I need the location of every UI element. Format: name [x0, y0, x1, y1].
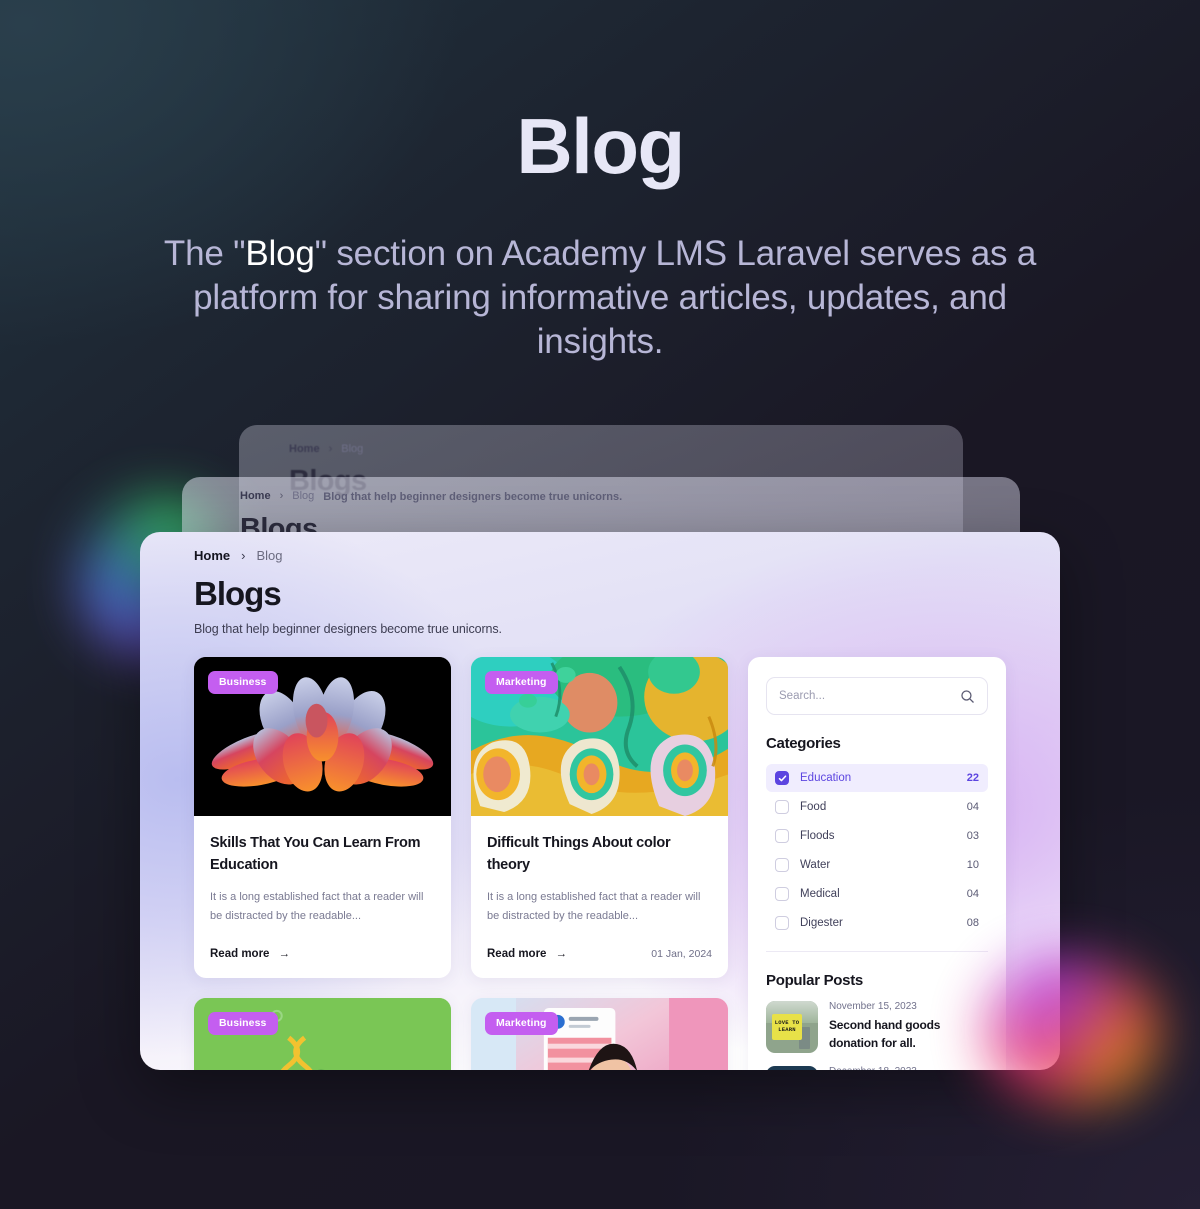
page-root: Blog The "Blog" section on Academy LMS L… — [0, 0, 1200, 1209]
ghost-mid-breadcrumb-current: Blog — [292, 490, 315, 502]
popular-posts-heading: Popular Posts — [766, 972, 863, 989]
app-window: Home › Blog Blogs Blog that help beginne… — [140, 532, 1060, 1070]
post-body: Difficult Things About color theory It i… — [471, 816, 728, 978]
post-footer: Read more → 01 Jan, 2024 — [487, 948, 712, 960]
popular-post-date: November 15, 2023 — [829, 1001, 917, 1012]
post-category-badge[interactable]: Marketing — [485, 671, 558, 694]
categories-list: Education 22 Food 04 Floods 03 Water 10 … — [766, 764, 988, 937]
category-label: Floods — [800, 830, 835, 842]
arrow-right-icon: → — [278, 948, 290, 961]
category-count: 04 — [966, 801, 979, 813]
hero-subtitle-after: " section on Academy LMS Laravel serves … — [193, 234, 1037, 361]
popular-post-title[interactable]: Second hand goods donation for all. — [829, 1016, 988, 1052]
blogs-description: Blog that help beginner designers become… — [194, 622, 502, 636]
ghost-back-breadcrumb-current: Blog — [341, 443, 364, 455]
ghost-back-breadcrumb-home: Home — [289, 443, 320, 455]
popular-post-text: November 15, 2023 Second hand goods dona… — [829, 1001, 988, 1053]
post-category-badge[interactable]: Business — [208, 671, 278, 694]
ghost-mid-breadcrumb: Home › Blog Blog that help beginner desi… — [240, 489, 962, 503]
blog-post-card[interactable]: Business — [194, 657, 451, 979]
category-row-food[interactable]: Food 04 — [766, 793, 988, 821]
category-count: 04 — [966, 888, 979, 900]
hero-subtitle-before: The " — [163, 234, 246, 273]
chevron-right-icon: › — [279, 490, 284, 502]
category-count: 08 — [966, 917, 979, 929]
ghost-mid-breadcrumb-home: Home — [240, 490, 271, 502]
arrow-right-icon: → — [555, 948, 567, 961]
category-count: 10 — [966, 859, 979, 871]
category-row-water[interactable]: Water 10 — [766, 851, 988, 879]
post-thumbnail: Marketing — [471, 657, 728, 816]
blog-post-card[interactable]: Business — [194, 998, 451, 1070]
blogs-heading: Blogs — [194, 575, 282, 612]
category-row-medical[interactable]: Medical 04 — [766, 880, 988, 908]
checkbox-icon[interactable] — [775, 887, 789, 901]
checkbox-icon[interactable] — [775, 829, 789, 843]
checkbox-icon[interactable] — [775, 916, 789, 930]
category-label: Medical — [800, 888, 840, 900]
post-title[interactable]: Skills That You Can Learn From Education — [210, 832, 435, 877]
hero-subtitle-highlight: Blog — [245, 234, 315, 273]
sidebar-column: Categories Education 22 — [748, 657, 1006, 1070]
holiday-photo-icon — [766, 1066, 818, 1070]
breadcrumb-home-link[interactable]: Home — [194, 548, 230, 563]
blog-post-card[interactable]: Marketing — [471, 657, 728, 979]
popular-post-thumbnail — [766, 1066, 818, 1070]
post-excerpt: It is a long established fact that a rea… — [210, 890, 424, 923]
category-count: 03 — [966, 830, 979, 842]
sidebar-divider — [766, 951, 988, 952]
popular-post-thumbnail: LOVE TO LEARN — [766, 1001, 818, 1053]
ghost-back-breadcrumb: Home › Blog — [289, 443, 913, 455]
breadcrumb-current: Blog — [256, 548, 283, 563]
post-thumbnail: Business — [194, 657, 451, 816]
post-date: 01 Jan, 2024 — [651, 948, 712, 961]
sidebar-panel: Categories Education 22 — [748, 657, 1006, 1070]
popular-post-item[interactable]: LOVE TO LEARN November 15, 2023 Second h… — [766, 1001, 988, 1053]
category-label: Food — [800, 801, 827, 813]
search-icon[interactable] — [960, 689, 975, 704]
ghost-mid-description: Blog that help beginner designers become… — [323, 491, 623, 503]
post-category-badge[interactable]: Marketing — [485, 1012, 558, 1036]
read-more-label: Read more — [210, 948, 270, 961]
chevron-right-icon: › — [241, 548, 246, 563]
read-more-link[interactable]: Read more → — [210, 948, 290, 960]
read-more-label: Read more — [487, 948, 547, 961]
category-row-floods[interactable]: Floods 03 — [766, 822, 988, 850]
thumb-sign: LOVE TO LEARN — [772, 1014, 802, 1040]
hero-section: Blog The "Blog" section on Academy LMS L… — [0, 0, 1200, 364]
category-label: Digester — [800, 917, 843, 929]
popular-posts-list: LOVE TO LEARN November 15, 2023 Second h… — [766, 1001, 988, 1070]
category-label: Water — [800, 859, 831, 871]
post-category-badge[interactable]: Business — [208, 1012, 278, 1036]
breadcrumb: Home › Blog — [194, 548, 1006, 563]
post-excerpt: It is a long established fact that a rea… — [487, 890, 701, 923]
search-box[interactable] — [766, 677, 988, 715]
post-body: Skills That You Can Learn From Education… — [194, 816, 451, 978]
post-thumbnail: Marketing — [471, 998, 728, 1070]
love-to-learn-photo-icon: LOVE TO LEARN — [766, 1001, 818, 1053]
thumb-sign-text: LOVE TO LEARN — [774, 1019, 800, 1033]
read-more-link[interactable]: Read more → — [487, 948, 567, 960]
post-footer: Read more → — [210, 948, 435, 960]
post-title[interactable]: Difficult Things About color theory — [487, 832, 712, 877]
chevron-right-icon: › — [328, 443, 333, 455]
categories-heading: Categories — [766, 735, 841, 752]
post-thumbnail: Business — [194, 998, 451, 1070]
category-label: Education — [800, 772, 852, 784]
checkbox-icon[interactable] — [775, 800, 789, 814]
category-row-digester[interactable]: Digester 08 — [766, 909, 988, 937]
category-count: 22 — [966, 772, 979, 784]
popular-post-date: December 18, 2023 — [829, 1066, 960, 1070]
checkbox-checked-icon[interactable] — [775, 771, 789, 785]
page-title: Blog — [516, 102, 685, 190]
checkbox-icon[interactable] — [775, 858, 789, 872]
hero-subtitle: The "Blog" section on Academy LMS Larave… — [160, 232, 1040, 364]
blog-post-card[interactable]: Marketing — [471, 998, 728, 1070]
popular-post-item[interactable]: December 18, 2023 Need Good Educational — [766, 1066, 988, 1070]
search-input[interactable] — [779, 690, 960, 702]
content-grid: Business Skills That You Can Learn From … — [194, 657, 1006, 1070]
category-row-education[interactable]: Education 22 — [766, 764, 988, 792]
popular-post-text: December 18, 2023 Need Good Educational — [829, 1066, 960, 1070]
posts-column: Business Skills That You Can Learn From … — [194, 657, 728, 1070]
